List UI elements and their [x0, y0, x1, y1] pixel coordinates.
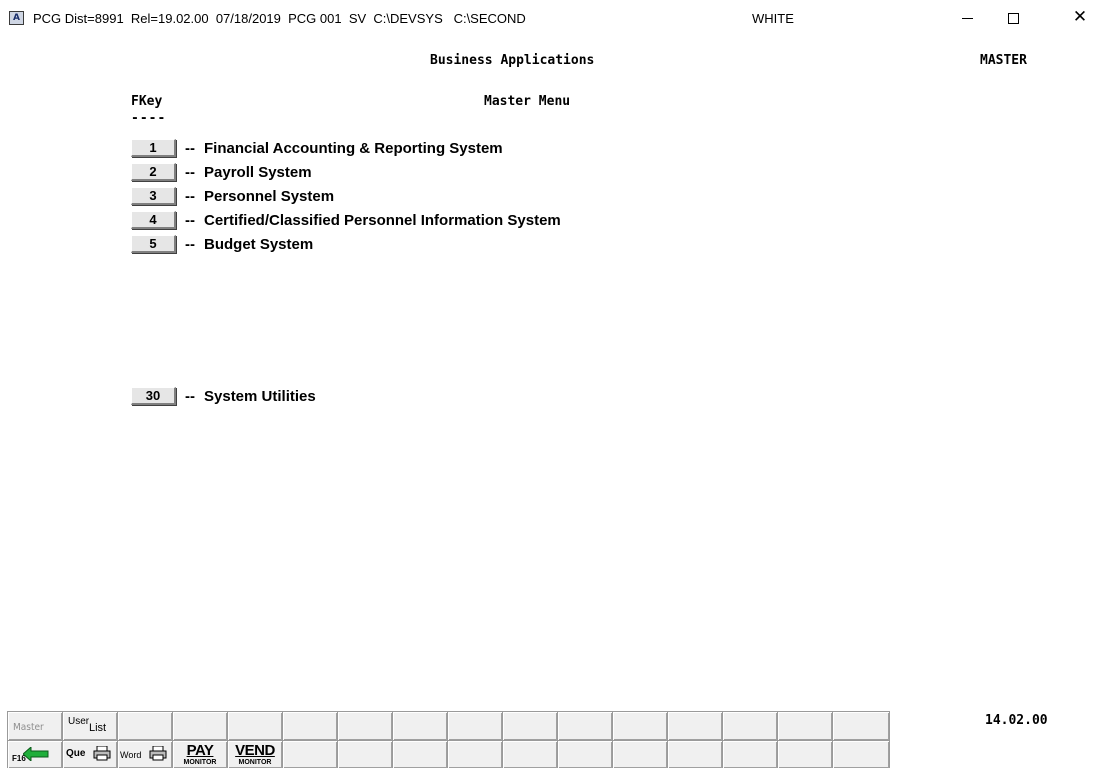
toolbar-empty-button[interactable]	[557, 740, 612, 768]
minimize-icon	[961, 17, 973, 19]
toolbar-empty-button[interactable]	[667, 711, 722, 740]
pay-monitor-label: MONITOR	[183, 759, 217, 766]
back-arrow-icon	[23, 747, 49, 761]
toolbar-empty-button[interactable]	[722, 740, 777, 768]
menu-separator: --	[185, 387, 195, 405]
toolbar-row-bottom: F16 Que Word PAY MONITOR VEND MONITOR	[7, 740, 890, 768]
toolbar-empty-button[interactable]	[282, 740, 337, 768]
clock: 14.02.00	[985, 713, 1048, 728]
window-user: WHITE	[752, 11, 794, 26]
window-title: PCG Dist=8991 Rel=19.02.00 07/18/2019 PC…	[33, 11, 526, 26]
toolbar-empty-button[interactable]	[172, 711, 227, 740]
fkey-column-header: FKey	[131, 94, 163, 109]
fkey-header-underline: ----	[131, 111, 167, 126]
minimize-button[interactable]	[944, 0, 990, 34]
toolbar-empty-button[interactable]	[612, 740, 667, 768]
toolbar-empty-button[interactable]	[227, 711, 282, 740]
menu-item-budget: 5 -- Budget System	[131, 234, 313, 254]
menu-separator: --	[185, 139, 195, 157]
menu-separator: --	[185, 187, 195, 205]
toolbar-empty-button[interactable]	[117, 711, 172, 740]
application-window: A PCG Dist=8991 Rel=19.02.00 07/18/2019 …	[0, 0, 1103, 768]
vend-label: VEND	[235, 742, 275, 759]
toolbar-empty-button[interactable]	[392, 711, 447, 740]
menu-item-personnel: 3 -- Personnel System	[131, 186, 334, 206]
toolbar-empty-button[interactable]	[667, 740, 722, 768]
fkey-3-button[interactable]: 3	[131, 187, 176, 205]
toolbar-empty-button[interactable]	[777, 740, 832, 768]
pay-label: PAY	[186, 742, 214, 759]
app-icon[interactable]: A	[9, 11, 24, 25]
menu-item-payroll: 2 -- Payroll System	[131, 162, 312, 182]
menu-item-label: Certified/Classified Personnel Informati…	[204, 211, 561, 229]
screen-title: Business Applications	[430, 53, 595, 68]
fkey-2-button[interactable]: 2	[131, 163, 176, 181]
menu-item-label: Financial Accounting & Reporting System	[204, 139, 503, 157]
user-label: User	[68, 716, 90, 727]
fkey-4-button[interactable]: 4	[131, 211, 176, 229]
word-label: Word	[120, 750, 142, 760]
screen-code: MASTER	[980, 53, 1027, 68]
menu-separator: --	[185, 211, 195, 229]
toolbar-empty-button[interactable]	[612, 711, 667, 740]
master-label: Master	[13, 722, 44, 733]
toolbar-empty-button[interactable]	[557, 711, 612, 740]
close-icon: ✕	[1072, 7, 1088, 27]
menu-item-label: Budget System	[204, 235, 314, 253]
menu-title: Master Menu	[484, 94, 571, 109]
fkey-1-button[interactable]: 1	[131, 139, 176, 157]
toolbar-empty-button[interactable]	[777, 711, 832, 740]
menu-item-system-utilities: 30 -- System Utilities	[131, 386, 316, 406]
list-label: List	[89, 722, 107, 734]
toolbar-empty-button[interactable]	[447, 740, 502, 768]
user-list-button[interactable]: User List	[62, 711, 117, 740]
toolbar-empty-button[interactable]	[447, 711, 502, 740]
menu-item-financial: 1 -- Financial Accounting & Reporting Sy…	[131, 138, 503, 158]
toolbar-empty-button[interactable]	[832, 711, 890, 740]
menu-separator: --	[185, 235, 195, 253]
printer-icon	[149, 746, 167, 761]
close-button[interactable]: ✕	[1057, 0, 1103, 34]
title-bar[interactable]: A PCG Dist=8991 Rel=19.02.00 07/18/2019 …	[0, 0, 1103, 34]
pay-monitor-button[interactable]: PAY MONITOR	[172, 740, 227, 768]
maximize-button[interactable]	[990, 0, 1036, 34]
que-label: Que	[66, 748, 86, 759]
menu-item-label: Personnel System	[204, 187, 335, 205]
toolbar-empty-button[interactable]	[392, 740, 447, 768]
maximize-icon	[1007, 12, 1019, 24]
bottom-toolbar: Master User List F16 Que Word PAY MONITO…	[7, 711, 890, 768]
fkey-30-button[interactable]: 30	[131, 387, 176, 405]
queue-print-button[interactable]: Que	[62, 740, 117, 768]
vend-monitor-button[interactable]: VEND MONITOR	[227, 740, 282, 768]
printer-icon	[93, 746, 111, 761]
master-button[interactable]: Master	[7, 711, 62, 740]
toolbar-empty-button[interactable]	[502, 740, 557, 768]
toolbar-row-top: Master User List	[7, 711, 890, 740]
toolbar-empty-button[interactable]	[722, 711, 777, 740]
back-f16-button[interactable]: F16	[7, 740, 62, 768]
vend-monitor-label: MONITOR	[238, 759, 272, 766]
toolbar-empty-button[interactable]	[337, 740, 392, 768]
fkey-5-button[interactable]: 5	[131, 235, 176, 253]
toolbar-empty-button[interactable]	[282, 711, 337, 740]
toolbar-empty-button[interactable]	[502, 711, 557, 740]
menu-item-label: System Utilities	[204, 387, 316, 405]
menu-item-label: Payroll System	[204, 163, 312, 181]
menu-item-certified-classified: 4 -- Certified/Classified Personnel Info…	[131, 210, 561, 230]
word-print-button[interactable]: Word	[117, 740, 172, 768]
toolbar-empty-button[interactable]	[337, 711, 392, 740]
toolbar-empty-button[interactable]	[832, 740, 890, 768]
menu-separator: --	[185, 163, 195, 181]
